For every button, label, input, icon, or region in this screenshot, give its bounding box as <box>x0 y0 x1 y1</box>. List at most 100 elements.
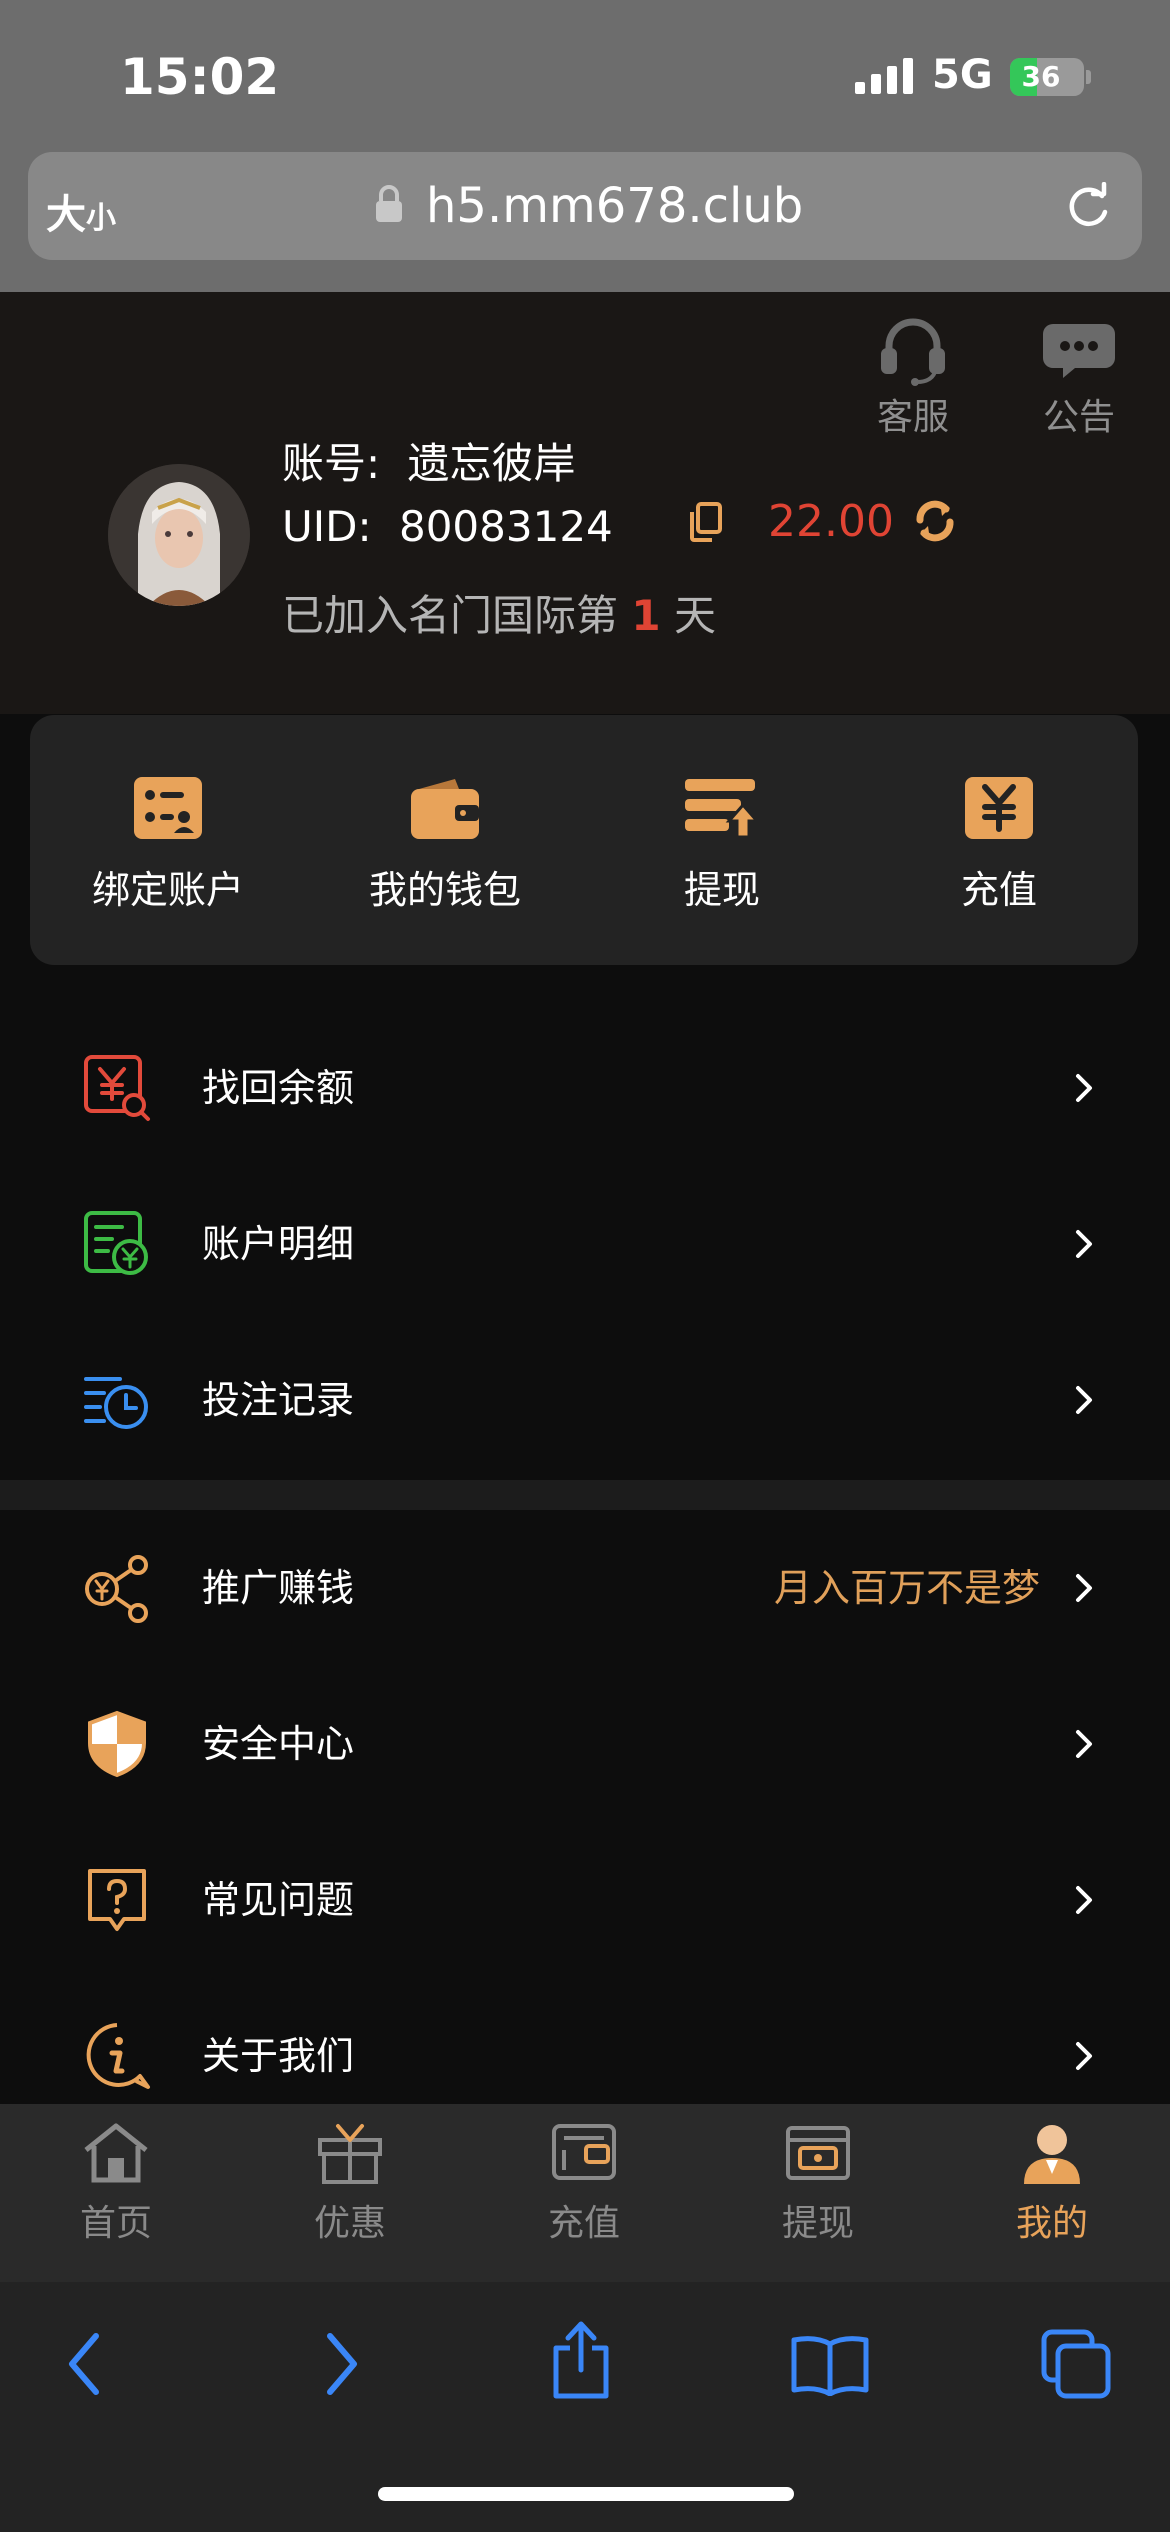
join-days-prefix: 已加入名门国际第 <box>282 591 619 640</box>
forward-button[interactable] <box>316 2330 364 2398</box>
chevron-right-icon <box>1076 1230 1092 1258</box>
bookmarks-button[interactable] <box>790 2334 870 2396</box>
withdraw-tab-icon <box>786 2126 850 2180</box>
chevron-right-icon <box>327 2333 357 2395</box>
avatar[interactable] <box>108 464 250 606</box>
info-icon <box>86 2023 150 2089</box>
menu-label: 账户明细 <box>202 1222 355 1266</box>
quick-label: 绑定账户 <box>91 868 244 912</box>
text-size-big: 大 <box>46 192 86 238</box>
quick-label: 我的钱包 <box>368 868 521 912</box>
customer-service-button[interactable]: 客服 <box>858 314 968 440</box>
refresh-balance-icon[interactable] <box>912 498 958 544</box>
url-text: h5.mm678.club <box>426 178 804 234</box>
home-icon <box>84 2123 148 2183</box>
question-icon <box>88 1869 146 1931</box>
headset-icon <box>881 318 945 386</box>
battery-icon: 36 <box>1010 58 1084 96</box>
notice-label: 公告 <box>1042 397 1115 438</box>
balance-value: 22.00 <box>768 496 894 547</box>
tab-recharge[interactable]: 充值 <box>494 2120 674 2246</box>
uid-label: UID: <box>282 502 372 551</box>
recharge-button[interactable]: 充值 <box>899 775 1099 914</box>
share-icon <box>553 2321 609 2399</box>
menu-label: 常见问题 <box>202 1878 355 1922</box>
address-bar[interactable]: 大小 h5.mm678.club <box>28 152 1142 260</box>
wallet-icon <box>411 779 479 839</box>
withdraw-icon <box>685 779 761 839</box>
book-icon <box>791 2336 869 2396</box>
chat-bubble-icon <box>1043 324 1115 378</box>
status-bar: 15:02 5G 36 <box>0 0 1170 150</box>
chevron-right-icon <box>1076 1074 1092 1102</box>
account-label: 账号: <box>282 439 381 488</box>
tab-label: 首页 <box>79 2203 152 2244</box>
chevron-right-icon <box>1076 1386 1092 1414</box>
tab-home[interactable]: 首页 <box>26 2120 206 2246</box>
join-days: 已加入名门国际第 1 天 <box>282 582 716 643</box>
copy-icon[interactable] <box>688 502 724 542</box>
profile-header: 客服 公告 账号: 遗忘彼岸 UID: 80083124 22.00 已加入名门… <box>0 292 1170 714</box>
chevron-right-icon <box>1076 1730 1092 1758</box>
tab-promotions[interactable]: 优惠 <box>260 2120 440 2246</box>
menu-item-security-center[interactable]: 安全中心 <box>0 1666 1170 1822</box>
status-time: 15:02 <box>120 48 280 106</box>
notice-button[interactable]: 公告 <box>1024 314 1134 440</box>
chevron-right-icon <box>1076 1886 1092 1914</box>
chevron-right-icon <box>1076 1574 1092 1602</box>
uid-value: 80083124 <box>398 502 613 551</box>
bet-record-icon <box>84 1377 148 1429</box>
recharge-icon <box>965 777 1033 839</box>
text-size-button[interactable]: 大小 <box>46 182 116 240</box>
menu-item-share-earn[interactable]: 推广赚钱 月入百万不是梦 <box>0 1510 1170 1666</box>
menu-label: 推广赚钱 <box>202 1566 355 1610</box>
browser-url-area: 大小 h5.mm678.club <box>0 150 1170 292</box>
menu-item-faq[interactable]: 常见问题 <box>0 1822 1170 1978</box>
profile-icon <box>1024 2125 1080 2184</box>
account-row: 账号: 遗忘彼岸 <box>282 430 576 491</box>
chevron-left-icon <box>69 2333 99 2395</box>
gift-icon <box>318 2124 382 2184</box>
home-indicator <box>378 2487 794 2501</box>
tab-label: 提现 <box>781 2203 854 2244</box>
menu-label: 找回余额 <box>202 1066 355 1110</box>
reload-icon[interactable] <box>1064 182 1114 232</box>
recover-balance-icon <box>84 1055 150 1121</box>
account-name: 遗忘彼岸 <box>407 439 576 488</box>
quick-actions-card: 绑定账户 我的钱包 提现 充值 <box>30 715 1138 965</box>
withdraw-button[interactable]: 提现 <box>622 775 822 914</box>
shield-icon <box>88 1710 146 1778</box>
service-label: 客服 <box>876 397 949 438</box>
signal-icon <box>855 58 915 94</box>
back-button[interactable] <box>62 2330 110 2398</box>
bind-account-button[interactable]: 绑定账户 <box>68 775 268 914</box>
text-size-small: 小 <box>86 201 116 236</box>
share-earn-icon <box>85 1555 148 1623</box>
recharge-tab-icon <box>552 2124 616 2180</box>
uid-row: UID: 80083124 <box>282 502 613 551</box>
menu-group-general: 推广赚钱 月入百万不是梦 安全中心 常见问题 关于我们 <box>0 1510 1170 2134</box>
tabs-button[interactable] <box>1040 2328 1112 2400</box>
battery-level: 36 <box>1021 60 1061 93</box>
tab-label: 充值 <box>547 2203 620 2244</box>
tabs-icon <box>1041 2329 1111 2399</box>
share-button[interactable] <box>548 2320 614 2400</box>
join-days-value: 1 <box>631 591 661 640</box>
quick-label: 充值 <box>960 868 1037 912</box>
menu-item-account-detail[interactable]: 账户明细 <box>0 1166 1170 1322</box>
menu-item-recover-balance[interactable]: 找回余额 <box>0 1010 1170 1166</box>
lock-icon <box>374 184 404 224</box>
menu-label: 安全中心 <box>202 1722 355 1766</box>
menu-label: 投注记录 <box>202 1378 355 1422</box>
share-earn-slogan: 月入百万不是梦 <box>773 1566 1040 1610</box>
section-divider <box>0 1480 1170 1512</box>
tab-label: 我的 <box>1015 2203 1088 2244</box>
menu-group-finance: 找回余额 账户明细 投注记录 <box>0 1010 1170 1478</box>
tab-withdraw[interactable]: 提现 <box>728 2120 908 2246</box>
join-days-suffix: 天 <box>673 591 716 640</box>
menu-item-bet-record[interactable]: 投注记录 <box>0 1322 1170 1478</box>
tab-profile[interactable]: 我的 <box>962 2120 1142 2246</box>
quick-label: 提现 <box>683 868 760 912</box>
my-wallet-button[interactable]: 我的钱包 <box>345 775 545 914</box>
network-type: 5G <box>932 52 993 98</box>
